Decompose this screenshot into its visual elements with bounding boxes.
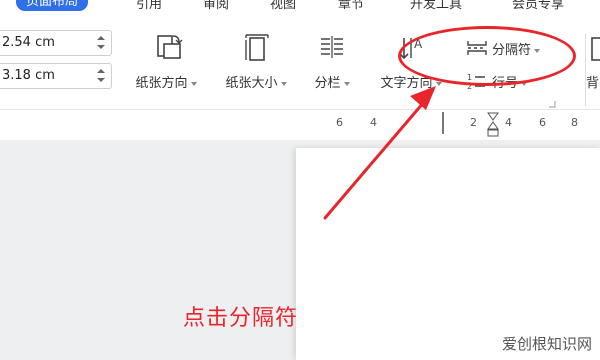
orientation-icon — [157, 35, 183, 59]
ribbon-tab-strip: 页面布局 引用 审阅 视图 章节 开发工具 会员专享 — [0, 0, 600, 12]
ruler-mark: 6 — [539, 116, 546, 129]
tab-page-layout[interactable]: 页面布局 — [16, 0, 89, 11]
tab-references[interactable]: 引用 — [136, 0, 162, 12]
ruler-mark: 8 — [571, 116, 578, 129]
background-label: 背 — [586, 76, 600, 91]
ribbon-toolbar: 2.54 cm 3.18 cm 纸张方向 纸张大小 分栏 A 文字方向 分隔符 … — [0, 12, 600, 110]
paper-size-icon — [245, 34, 269, 61]
ruler-mark: 4 — [370, 116, 377, 129]
ruler-mark: 6 — [336, 116, 343, 129]
top-margin-field[interactable]: 2.54 cm — [0, 30, 112, 56]
text-direction-label: 文字方向 — [380, 76, 433, 91]
dialog-launcher-icon[interactable] — [548, 100, 556, 108]
chevron-down-icon — [280, 81, 287, 86]
columns-icon — [321, 36, 343, 58]
tab-section[interactable]: 章节 — [338, 0, 364, 12]
top-margin-stepper[interactable] — [97, 34, 105, 52]
bottom-margin-stepper[interactable] — [97, 67, 105, 85]
annotation-caption: 点击分隔符 — [183, 306, 299, 331]
columns-label: 分栏 — [314, 76, 341, 91]
chevron-down-icon — [190, 81, 197, 86]
columns-button[interactable]: 分栏 — [304, 32, 360, 98]
ruler-mark: 4 — [505, 116, 512, 129]
tab-view[interactable]: 视图 — [270, 0, 296, 12]
ribbon-divider — [585, 34, 586, 106]
paper-size-button[interactable]: 纸张大小 — [214, 32, 298, 98]
orientation-button[interactable]: 纸张方向 — [124, 32, 208, 98]
bottom-margin-value: 3.18 cm — [2, 68, 55, 83]
top-margin-value: 2.54 cm — [2, 35, 55, 50]
tab-developer[interactable]: 开发工具 — [410, 0, 462, 12]
tab-member[interactable]: 会员专享 — [512, 0, 564, 12]
ruler-margin-bar — [442, 112, 444, 134]
horizontal-ruler: 6 4 2 4 6 8 — [0, 112, 600, 138]
ruler-mark: 2 — [470, 116, 477, 129]
orientation-label: 纸张方向 — [135, 76, 188, 91]
highlight-ellipse — [398, 26, 576, 86]
watermark-text: 爱创根知识网 — [501, 335, 592, 353]
indent-marker-icon[interactable] — [487, 112, 499, 138]
bottom-margin-field[interactable]: 3.18 cm — [0, 63, 112, 89]
chevron-down-icon — [435, 81, 442, 86]
tab-review[interactable]: 审阅 — [203, 0, 229, 12]
background-button[interactable]: 背 — [586, 32, 600, 98]
background-icon — [591, 37, 600, 61]
paper-size-label: 纸张大小 — [225, 76, 278, 91]
chevron-down-icon — [343, 81, 350, 86]
document-page[interactable] — [296, 148, 600, 360]
